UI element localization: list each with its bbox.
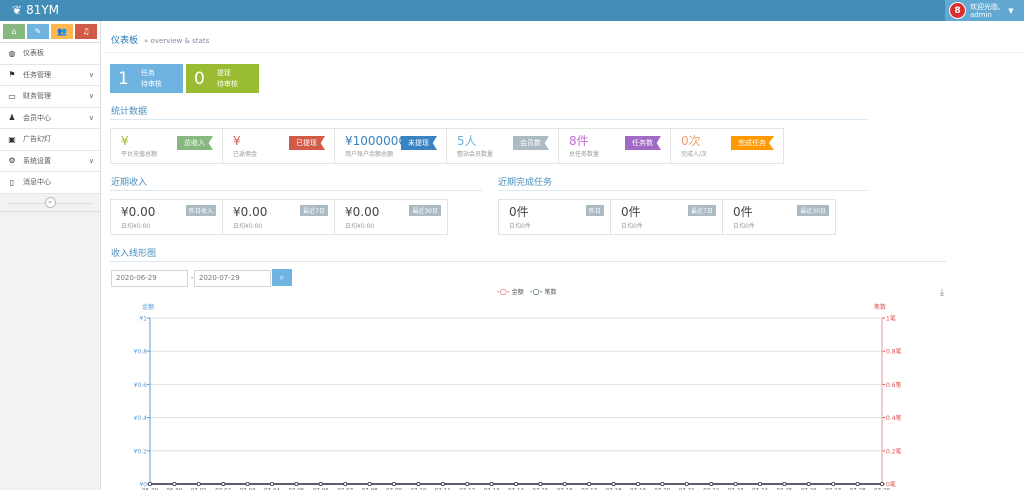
data-point	[147, 481, 152, 486]
data-point	[709, 481, 714, 486]
data-point	[514, 481, 519, 486]
data-point	[318, 481, 323, 486]
income-line-chart: ¥0 0笔¥0.2 0.2笔¥0.4 0.4笔¥0.6 0.6笔¥0.8 0.8笔¥1 1笔…	[134, 303, 902, 490]
data-point	[684, 481, 689, 486]
y-left-tick-label: ¥0.6	[134, 382, 148, 389]
data-point	[660, 481, 665, 486]
data-point	[269, 481, 274, 486]
data-point	[880, 481, 885, 486]
data-point	[294, 481, 299, 486]
data-point	[782, 481, 787, 486]
data-point	[221, 481, 226, 486]
data-point	[343, 481, 348, 486]
y-left-tick-label: ¥1	[139, 316, 147, 323]
data-point	[391, 481, 396, 486]
data-point	[611, 481, 616, 486]
data-point	[806, 481, 811, 486]
data-point	[196, 481, 201, 486]
data-point	[831, 481, 836, 486]
y-left-tick-label: ¥0.2	[134, 448, 148, 455]
data-point	[416, 481, 421, 486]
data-point	[245, 481, 250, 486]
data-point	[758, 481, 763, 486]
data-point	[172, 481, 177, 486]
data-point	[733, 481, 738, 486]
y-left-axis-label: 金额	[142, 303, 154, 311]
data-point	[855, 481, 860, 486]
data-point	[587, 481, 592, 486]
y-right-tick-label: 0.4笔	[886, 414, 902, 422]
y-right-axis-label: 笔数	[874, 303, 886, 311]
y-left-tick-label: ¥0.4	[134, 415, 148, 422]
data-point	[440, 481, 445, 486]
y-right-tick-label: 0.6笔	[886, 381, 902, 389]
data-point	[562, 481, 567, 486]
data-point	[367, 481, 372, 486]
data-point	[538, 481, 543, 486]
y-right-tick-label: 0.8笔	[886, 348, 902, 356]
data-point	[465, 481, 470, 486]
data-point	[489, 481, 494, 486]
y-right-tick-label: 1笔	[886, 315, 896, 323]
data-point	[636, 481, 641, 486]
y-right-tick-label: 0.2笔	[886, 447, 902, 455]
y-left-tick-label: ¥0.8	[134, 349, 148, 356]
